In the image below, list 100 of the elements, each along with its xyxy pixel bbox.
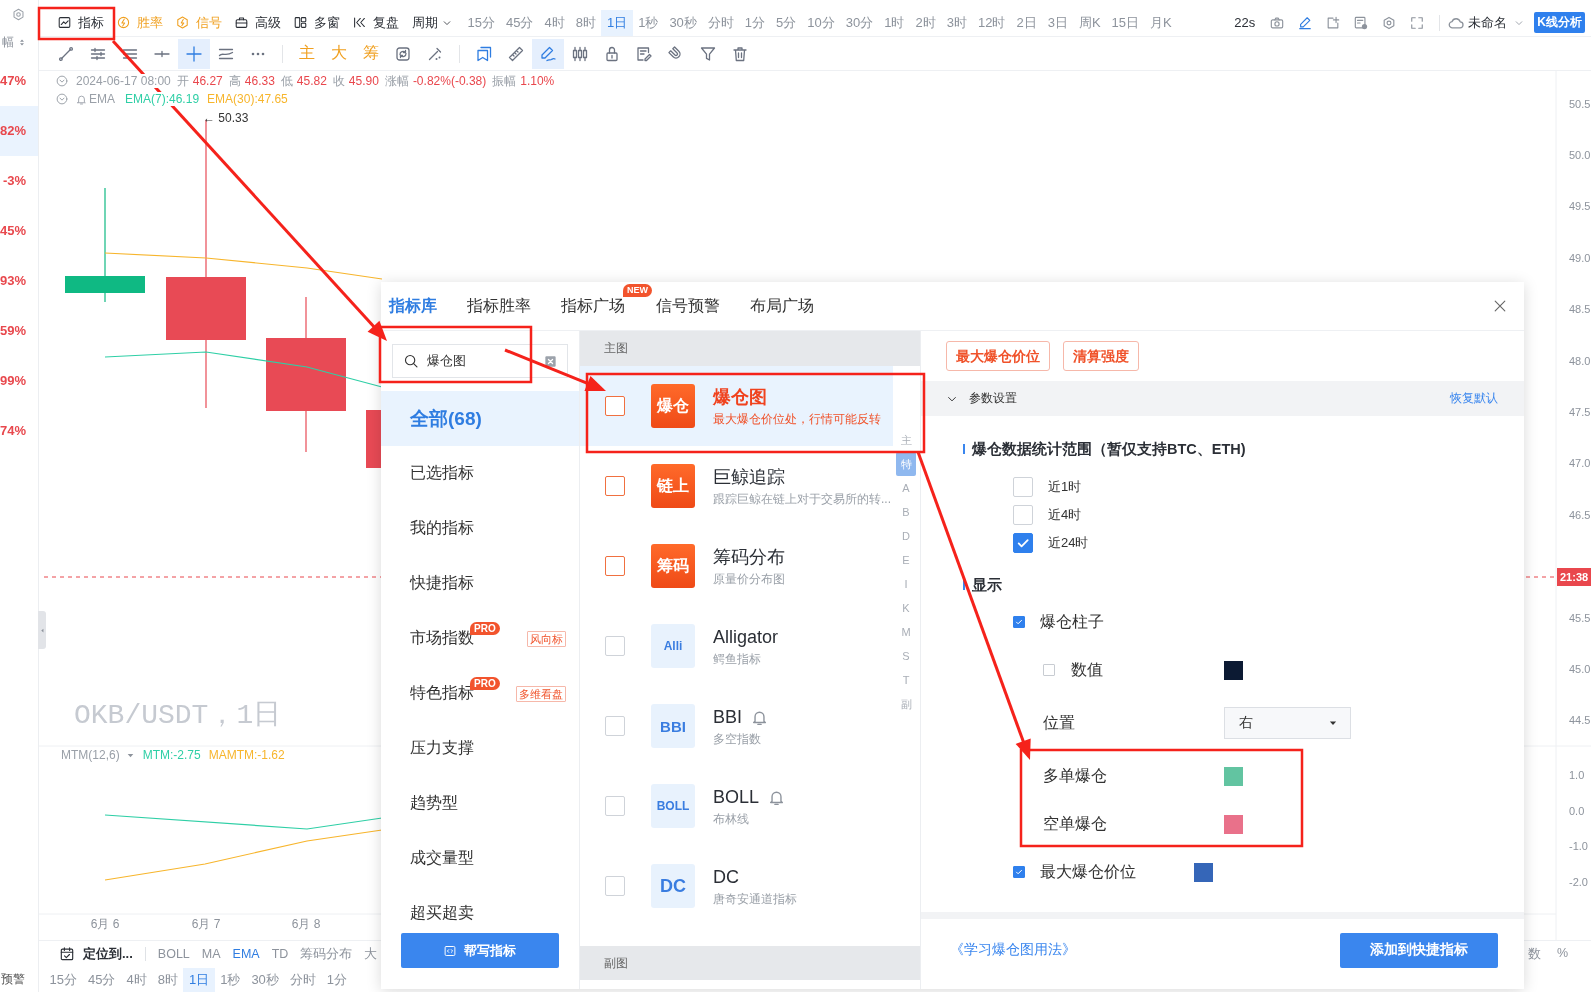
indicator-shortcut[interactable]: BOLL bbox=[157, 947, 190, 961]
indicator-tag[interactable]: 清算强度 bbox=[1063, 341, 1139, 371]
checkbox[interactable] bbox=[1013, 616, 1025, 628]
crosshair-icon[interactable] bbox=[178, 38, 210, 69]
indicator-row[interactable]: 筹码 筹码分布 原量价分布图 bbox=[580, 526, 893, 606]
lock-icon[interactable] bbox=[604, 45, 620, 62]
period-tab[interactable]: 1日 bbox=[183, 967, 215, 992]
chevron-circle-icon[interactable] bbox=[56, 93, 68, 105]
index-letter[interactable]: D bbox=[896, 524, 916, 548]
parallel-lines-icon[interactable] bbox=[90, 45, 106, 62]
index-letter[interactable]: 主 bbox=[896, 428, 916, 452]
settings-icon[interactable] bbox=[12, 7, 25, 21]
color-swatch-icon[interactable] bbox=[1224, 814, 1243, 834]
note-edit-icon[interactable] bbox=[636, 45, 652, 62]
period-tab[interactable]: 1秒 bbox=[214, 967, 246, 992]
indicator-tag[interactable]: 最大爆仓价位 bbox=[946, 341, 1050, 371]
toolbar-item[interactable]: 信号 bbox=[173, 11, 225, 34]
alert-label[interactable]: 预警 bbox=[0, 971, 38, 992]
fullscreen-icon[interactable] bbox=[1410, 15, 1425, 30]
price-change[interactable]: 99% bbox=[0, 356, 38, 406]
period-tab[interactable]: 月K bbox=[1144, 9, 1178, 36]
indicator-name[interactable]: EMA bbox=[89, 92, 115, 106]
checkbox[interactable] bbox=[1043, 664, 1055, 676]
collapse-handle[interactable] bbox=[38, 611, 46, 649]
indicator-row[interactable]: 爆仓 爆仓图 最大爆仓价位处，行情可能反转 bbox=[580, 366, 893, 446]
period-tab[interactable]: 45分 bbox=[82, 967, 121, 992]
period-tab[interactable]: 4时 bbox=[538, 9, 571, 36]
price-change[interactable]: 74% bbox=[0, 406, 38, 456]
period-tab[interactable]: 3日 bbox=[1042, 9, 1074, 36]
category-item[interactable]: 全部(68) bbox=[381, 391, 579, 446]
toolbar-item[interactable]: 多窗 bbox=[291, 11, 343, 34]
tab[interactable]: 指标广场 bbox=[561, 296, 625, 316]
period-menu[interactable]: 周期 bbox=[409, 11, 455, 34]
price-change[interactable]: -3% bbox=[0, 156, 38, 206]
index-letter[interactable]: S bbox=[896, 644, 916, 668]
price-change[interactable]: 47% bbox=[0, 56, 38, 106]
tab[interactable]: 指标胜率 bbox=[467, 296, 531, 316]
indicator-shortcut[interactable]: MA bbox=[201, 947, 221, 961]
add-shortcut-button[interactable]: 添加到快捷指标 bbox=[1340, 932, 1498, 968]
tab[interactable]: 信号预警 bbox=[656, 296, 720, 316]
document-badge-icon[interactable] bbox=[1354, 15, 1369, 30]
indicator-shortcut[interactable]: EMA bbox=[232, 947, 260, 961]
period-tab[interactable]: 45分 bbox=[500, 9, 539, 36]
indicator-row[interactable]: Alli Alligator 鳄鱼指标 bbox=[580, 606, 893, 686]
index-letter[interactable]: A bbox=[896, 476, 916, 500]
index-letter[interactable]: B bbox=[896, 500, 916, 524]
period-tab[interactable]: 1秒 bbox=[632, 9, 664, 36]
category-item[interactable]: 我的指标 bbox=[381, 501, 579, 556]
price-change[interactable]: 93% bbox=[0, 256, 38, 306]
copy-icon[interactable] bbox=[476, 45, 492, 62]
period-tab[interactable]: 1分 bbox=[739, 9, 771, 36]
indicator-shortcut[interactable]: 筹码分布 bbox=[300, 945, 353, 963]
category-item[interactable]: 趋势型 bbox=[381, 776, 579, 831]
checkbox[interactable] bbox=[1013, 866, 1025, 878]
period-tab[interactable]: 8时 bbox=[152, 967, 184, 992]
column-header[interactable]: 幅 bbox=[2, 33, 14, 51]
index-letter[interactable]: K bbox=[896, 596, 916, 620]
category-item[interactable]: 超买超卖 bbox=[381, 886, 579, 933]
indicator-row[interactable]: BBI BBI 多空指数 bbox=[580, 686, 893, 766]
index-letter[interactable]: M bbox=[896, 620, 916, 644]
magnet-icon[interactable] bbox=[668, 45, 684, 62]
index-letter[interactable]: 特 bbox=[896, 452, 916, 476]
price-change[interactable]: 59% bbox=[0, 306, 38, 356]
period-tab[interactable]: 1日 bbox=[601, 9, 633, 36]
period-tab[interactable]: 5分 bbox=[770, 9, 802, 36]
search-field[interactable]: 爆仓图 bbox=[392, 344, 568, 378]
add-window-icon[interactable] bbox=[1326, 15, 1341, 30]
index-letter[interactable]: 副 bbox=[896, 692, 916, 716]
indicator-shortcut[interactable]: TD bbox=[271, 947, 289, 961]
toolbar-item[interactable]: 高级 bbox=[232, 11, 284, 34]
period-tab[interactable]: 10分 bbox=[801, 9, 841, 36]
locate-menu[interactable]: 定位到... bbox=[83, 945, 133, 963]
period-tab[interactable]: 1分 bbox=[321, 967, 353, 992]
checkbox[interactable] bbox=[605, 396, 625, 416]
period-tab[interactable]: 30分 bbox=[840, 9, 879, 36]
category-item[interactable]: 压力支撑 bbox=[381, 721, 579, 776]
period-tab[interactable]: 30秒 bbox=[245, 967, 285, 992]
bell-icon[interactable] bbox=[76, 93, 87, 105]
settings-icon[interactable] bbox=[1382, 15, 1397, 30]
indicator-row[interactable]: DC DC 唐奇安通道指标 bbox=[580, 846, 893, 926]
chevron-circle-icon[interactable] bbox=[56, 75, 68, 87]
line-dots-icon[interactable] bbox=[427, 45, 443, 62]
tab[interactable]: 布局广场 bbox=[750, 296, 814, 316]
candles-icon[interactable] bbox=[572, 45, 588, 62]
period-tab[interactable]: 15分 bbox=[462, 9, 501, 36]
category-item[interactable]: 快捷指标 bbox=[381, 556, 579, 611]
scale-option[interactable]: 数 bbox=[1527, 945, 1541, 963]
period-tab[interactable]: 分时 bbox=[702, 9, 740, 36]
clear-icon[interactable] bbox=[545, 355, 556, 367]
calendar-icon[interactable] bbox=[60, 947, 74, 961]
indicator-row[interactable]: BOLL BOLL 布林线 bbox=[580, 766, 893, 846]
period-tab[interactable]: 分时 bbox=[284, 967, 322, 992]
period-tab[interactable]: 4时 bbox=[120, 967, 153, 992]
checkbox[interactable] bbox=[605, 556, 625, 576]
period-tab[interactable]: 2时 bbox=[910, 9, 942, 36]
toolbar-item[interactable]: 复盘 bbox=[350, 11, 402, 34]
close-icon[interactable] bbox=[1493, 299, 1507, 313]
pencil-icon[interactable] bbox=[1298, 15, 1313, 30]
checkbox[interactable] bbox=[605, 476, 625, 496]
color-swatch-icon[interactable] bbox=[1224, 766, 1243, 786]
